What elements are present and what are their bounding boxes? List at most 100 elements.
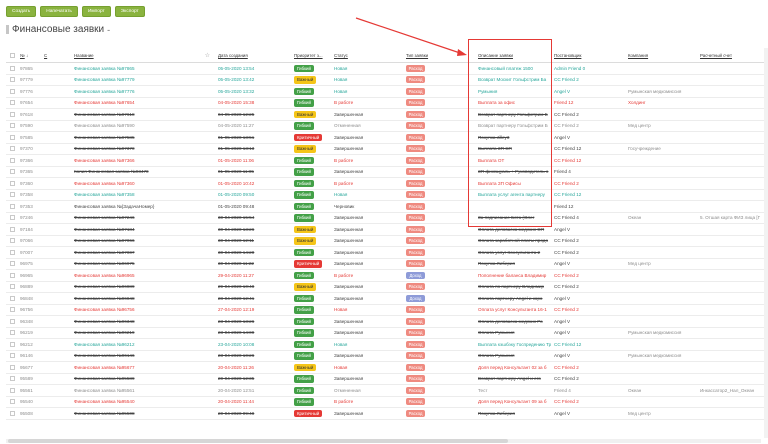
company-text[interactable]: Румынская медкомиссия	[628, 330, 681, 335]
table-row[interactable]: 96146 Финансовая заявка №96146 23-04-2020 …	[6, 351, 768, 362]
table-row[interactable]: 96848 Финансовая заявка №96848 28-04-2020 …	[6, 293, 768, 305]
horizontal-scrollbar[interactable]	[6, 439, 761, 443]
request-name-link[interactable]: Финансовая заявка №97007	[74, 250, 135, 255]
table-row[interactable]: 97618 Финансовая заявка №97618 04-05-2020 …	[6, 109, 768, 121]
request-name-link[interactable]: Финансовая заявка №97366	[74, 158, 135, 163]
col-name[interactable]: Название ☆	[74, 48, 214, 62]
request-name-link[interactable]: Финансовая заявка №97360	[74, 181, 135, 186]
table-row[interactable]: 97246 Финансовая заявка №97246 30-04-2020 …	[6, 213, 768, 224]
row-checkbox[interactable]	[9, 261, 15, 267]
request-name-link[interactable]: Финансовая заявка №97585	[74, 135, 135, 140]
request-name-link[interactable]: Финансовая заявка №97370	[74, 146, 135, 151]
company-text[interactable]: Холдинг	[628, 100, 646, 105]
row-checkbox[interactable]	[9, 238, 15, 244]
company-text[interactable]: Госучреждение	[628, 146, 661, 151]
col-date[interactable]: Дата создания	[218, 48, 290, 62]
table-row[interactable]: 97585 Финансовая заявка №97585 01-05-2020 …	[6, 132, 768, 144]
company-text[interactable]: Океан	[628, 388, 641, 393]
col-account[interactable]: Расчетный счет	[700, 48, 768, 62]
table-row[interactable]: 96212 Финансовая заявка №96212 23-04-2020 …	[6, 339, 768, 351]
row-checkbox[interactable]	[9, 249, 15, 255]
row-checkbox[interactable]	[9, 169, 15, 175]
table-row[interactable]: 95561 Финансовая заявка №95561 20-04-2020 …	[6, 385, 768, 397]
request-name-link[interactable]: Финансовая заявка №95561	[74, 388, 135, 393]
request-name-link[interactable]: Финансовая заявка №97066	[74, 238, 135, 243]
request-name-link[interactable]: Финансовая заявка №97654	[74, 100, 135, 105]
col-company[interactable]: Компания	[628, 48, 692, 62]
company-text[interactable]: Океан	[628, 215, 641, 220]
row-checkbox[interactable]	[9, 364, 15, 370]
col-number[interactable]: № ↓	[20, 48, 44, 62]
col-status[interactable]: Статус	[334, 48, 400, 62]
row-checkbox[interactable]	[9, 192, 15, 198]
request-name-link[interactable]: Финансовая заявка №96219	[74, 330, 135, 335]
company-text[interactable]: Мед центр	[628, 261, 651, 266]
row-checkbox[interactable]	[9, 318, 15, 324]
row-checkbox[interactable]	[9, 88, 15, 94]
scrollbar-thumb[interactable]	[8, 439, 508, 443]
request-name-link[interactable]: Финансовая заявка №96848	[74, 296, 135, 301]
company-text[interactable]: Румынская медкомиссия	[628, 89, 681, 94]
select-all-checkbox[interactable]	[9, 52, 15, 58]
export-button[interactable]: Экспорт	[114, 6, 145, 17]
row-checkbox[interactable]	[9, 100, 15, 106]
request-name-link[interactable]: Финансовая заявка №96348	[74, 319, 135, 324]
row-checkbox[interactable]	[9, 123, 15, 129]
row-checkbox[interactable]	[9, 399, 15, 405]
row-checkbox[interactable]	[9, 330, 15, 336]
request-name-link[interactable]: Финансовая заявка №96889	[74, 284, 135, 289]
row-checkbox[interactable]	[9, 203, 15, 209]
request-name-link[interactable]: Финансовая заявка №97865	[74, 66, 135, 71]
request-name-link[interactable]: Копия Финансовая заявка №93470	[74, 169, 149, 174]
table-row[interactable]: 95540 Финансовая заявка №95540 20-04-2020 …	[6, 397, 768, 408]
col-priority[interactable]: Приоритет з...	[294, 48, 332, 62]
table-row[interactable]: 97365 Копия Финансовая заявка №93470 01-05…	[6, 167, 768, 178]
row-checkbox[interactable]	[9, 353, 15, 359]
row-checkbox[interactable]	[9, 157, 15, 163]
request-name-link[interactable]: Финансовая заявка №95508	[74, 411, 135, 416]
table-row[interactable]: 97358 Финансовая заявка №97358 01-05-2020 …	[6, 190, 768, 201]
request-name-link[interactable]: Финансовая заявка №{ЗадачаНомер}	[74, 204, 154, 209]
col-type[interactable]: Тип заявки	[406, 48, 476, 62]
row-checkbox[interactable]	[9, 341, 15, 347]
request-name-link[interactable]: Финансовая заявка №97358	[74, 192, 135, 197]
table-row[interactable]: 95589 Финансовая заявка №95589 20-04-2020 …	[6, 374, 768, 385]
row-checkbox[interactable]	[9, 376, 15, 382]
row-checkbox[interactable]	[9, 387, 15, 393]
favorite-star-icon[interactable]: ☆	[205, 52, 210, 59]
vertical-scrollbar[interactable]	[764, 48, 768, 438]
request-name-link[interactable]: Финансовая заявка №95540	[74, 399, 135, 404]
table-row[interactable]: 96219 Финансовая заявка №96219 23-04-2020 …	[6, 328, 768, 339]
row-checkbox[interactable]	[9, 77, 15, 83]
table-row[interactable]: 97370 Финансовая заявка №97370 01-05-2020 …	[6, 144, 768, 155]
title-dropdown[interactable]: -	[107, 25, 110, 35]
request-name-link[interactable]: Финансовая заявка №97590	[74, 123, 135, 128]
request-name-link[interactable]: Финансовая заявка №96146	[74, 353, 135, 358]
table-row[interactable]: 96348 Финансовая заявка №96348 23-04-2020 …	[6, 316, 768, 328]
row-checkbox[interactable]	[9, 146, 15, 152]
table-row[interactable]: 97007 Финансовая заявка №97007 30-04-2020 …	[6, 247, 768, 259]
request-name-link[interactable]: Финансовая заявка №96975	[74, 261, 135, 266]
company-text[interactable]: Мед центр	[628, 411, 651, 416]
table-row[interactable]: 96889 Финансовая заявка №96889 29-04-2020 …	[6, 282, 768, 293]
table-row[interactable]: 97779 Финансовая заявка №97779 05-05-2020 …	[6, 75, 768, 86]
table-row[interactable]: 97590 Финансовая заявка №97590 04-05-2020 …	[6, 121, 768, 132]
row-checkbox[interactable]	[9, 215, 15, 221]
row-checkbox[interactable]	[9, 307, 15, 313]
company-text[interactable]: Мед центр	[628, 123, 651, 128]
table-row[interactable]: 95508 Финансовая заявка №95508 20-04-2020 …	[6, 408, 768, 420]
col-c[interactable]: С	[44, 48, 72, 62]
request-name-link[interactable]: Финансовая заявка №96965	[74, 273, 135, 278]
row-checkbox[interactable]	[9, 111, 15, 117]
table-row[interactable]: 96756 Финансовая заявка №96756 27-04-2020 …	[6, 305, 768, 316]
table-row[interactable]: 96975 Финансовая заявка №96975 30-04-2020 …	[6, 259, 768, 270]
request-name-link[interactable]: Финансовая заявка №97779	[74, 77, 135, 82]
row-checkbox[interactable]	[9, 284, 15, 290]
request-name-link[interactable]: Финансовая заявка №95589	[74, 376, 135, 381]
request-name-link[interactable]: Финансовая заявка №97184	[74, 227, 135, 232]
row-checkbox[interactable]	[9, 180, 15, 186]
row-checkbox[interactable]	[9, 65, 15, 71]
import-button[interactable]: Импорт	[81, 6, 111, 17]
table-row[interactable]: 97865 Финансовая заявка №97865 05-05-2020 …	[6, 63, 768, 75]
table-row[interactable]: 97066 Финансовая заявка №97066 30-04-2020 …	[6, 236, 768, 247]
